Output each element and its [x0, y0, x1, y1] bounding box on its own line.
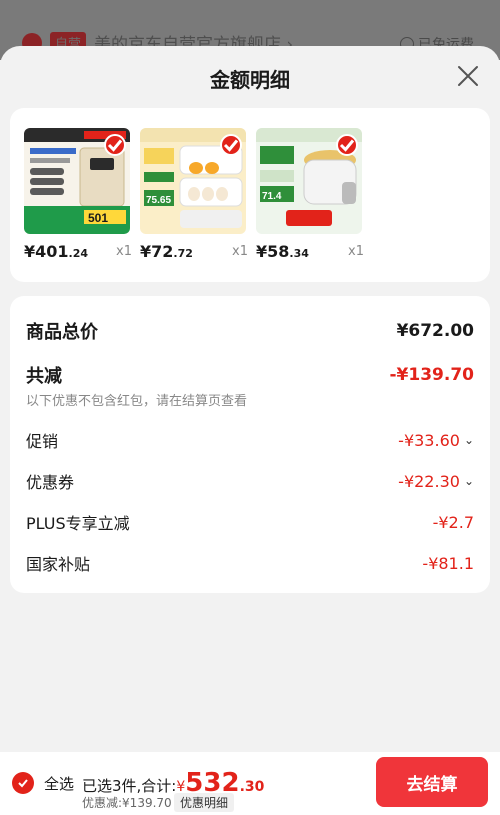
product-qty: x1 [232, 244, 248, 259]
discount-row-plus: PLUS专享立减 -¥2.7 [26, 510, 474, 534]
discount-value: -¥2.7 [432, 512, 474, 532]
checkout-button[interactable]: 去结算 [376, 757, 488, 807]
select-all-check-icon[interactable] [12, 772, 34, 794]
product-check-icon[interactable] [104, 134, 126, 156]
discount-row-coupon[interactable]: 优惠券 -¥22.30 ⌄ [26, 469, 474, 493]
chevron-down-icon: ⌄ [463, 474, 474, 488]
reduce-row: 共减 -¥139.70 [26, 362, 474, 388]
checkout-bar: 全选 已选3件,合计: ¥532.30 优惠减:¥139.70 优惠明细 去结算 [0, 752, 500, 815]
chevron-down-icon: ⌄ [463, 433, 474, 447]
total-label: 商品总价 [26, 322, 98, 343]
amount-detail-sheet: 金额明细 501 ¥401.24 x1 75.65 ¥72.72 x1 71.4… [0, 46, 500, 815]
discount-label: PLUS专享立减 [26, 514, 130, 533]
product-image-electric-pot: 71.4 [256, 128, 362, 234]
product-image-egg-steamer: 75.65 [140, 128, 246, 234]
products-card: 501 ¥401.24 x1 75.65 ¥72.72 x1 71.4 ¥58.… [10, 108, 490, 282]
product-qty: x1 [348, 244, 364, 259]
discount-value: -¥33.60 ⌄ [398, 430, 474, 450]
product-item[interactable]: 501 ¥401.24 x1 [24, 128, 132, 261]
promo-value-75: 75.65 [146, 195, 171, 206]
selected-total: 已选3件,合计: ¥532.30 [82, 768, 265, 798]
discount-row-subsidy: 国家补贴 -¥81.1 [26, 551, 474, 575]
sheet-title: 金额明细 [210, 68, 290, 92]
product-price: ¥401.24 [24, 242, 89, 261]
reduce-value: -¥139.70 [389, 365, 475, 385]
discount-summary: 优惠减:¥139.70 [82, 796, 172, 810]
summary-card: 商品总价 ¥672.00 共减 -¥139.70 以下优惠不包含红包，请在结算页… [10, 296, 490, 593]
product-check-icon[interactable] [336, 134, 358, 156]
promo-value-71: 71.4 [262, 191, 282, 202]
discount-label: 优惠券 [26, 473, 75, 492]
discount-value: -¥81.1 [422, 553, 474, 573]
discount-detail-button[interactable]: 优惠明细 [174, 793, 235, 812]
discount-label: 促销 [26, 432, 59, 451]
reduce-note: 以下优惠不包含红包，请在结算页查看 [26, 394, 248, 409]
promo-value-501: 501 [88, 211, 108, 225]
product-price: ¥72.72 [140, 242, 193, 261]
product-item[interactable]: 75.65 ¥72.72 x1 [140, 128, 248, 261]
product-check-icon[interactable] [220, 134, 242, 156]
discount-label: 国家补贴 [26, 555, 91, 574]
discount-row-promotion[interactable]: 促销 -¥33.60 ⌄ [26, 428, 474, 452]
product-price: ¥58.34 [256, 242, 309, 261]
product-qty: x1 [116, 244, 132, 259]
total-row: 商品总价 ¥672.00 [26, 318, 474, 344]
select-all-label[interactable]: 全选 [44, 773, 74, 794]
reduce-label: 共减 [26, 366, 62, 387]
close-icon[interactable] [456, 64, 480, 88]
product-image-water-heater: 501 [24, 128, 130, 234]
total-value: ¥672.00 [396, 321, 474, 341]
discount-value: -¥22.30 ⌄ [398, 471, 474, 491]
product-item[interactable]: 71.4 ¥58.34 x1 [256, 128, 364, 261]
